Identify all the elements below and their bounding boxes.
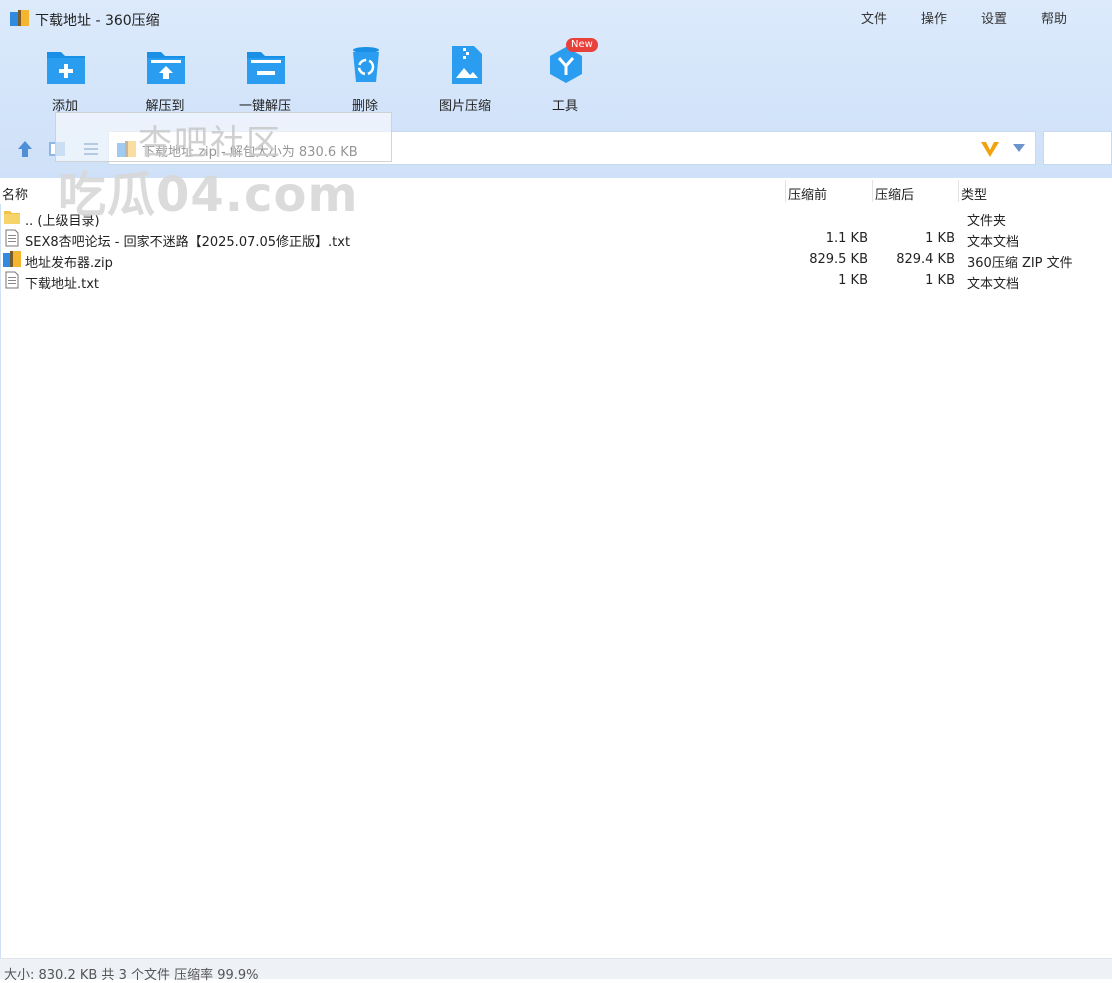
window-title: 下载地址 - 360压缩 [35, 13, 160, 29]
extract-folder-icon [147, 52, 185, 84]
folder-icon [4, 211, 20, 224]
list-item[interactable]: 地址发布器.zip 829.5 KB 829.4 KB 360压缩 ZIP 文件 [0, 249, 1112, 271]
file-type: 文本文档 [967, 235, 1020, 250]
title-bar: 下载地址 - 360压缩 文件 操作 设置 帮助 [0, 0, 1112, 36]
column-header: 名称 压缩前 压缩后 类型 [0, 178, 1112, 204]
zip-file-icon [3, 251, 21, 267]
menu-operation[interactable]: 操作 [921, 8, 947, 27]
delete-label: 删除 [351, 99, 378, 114]
list-border [0, 204, 1, 958]
file-size-after: 1 KB [925, 273, 955, 288]
list-item[interactable]: 下载地址.txt 1 KB 1 KB 文本文档 [0, 270, 1112, 292]
quick-extract-label: 一键解压 [238, 99, 291, 114]
quick-extract-icon [247, 52, 285, 84]
tools-label: 工具 [551, 99, 578, 114]
list-view-icon[interactable] [80, 138, 102, 160]
recycle-bin-icon [353, 47, 379, 82]
status-text: 大小: 830.2 KB 共 3 个文件 压缩率 99.9% [4, 968, 259, 983]
add-label: 添加 [51, 99, 78, 114]
app-logo-icon [10, 10, 29, 26]
image-compress-icon [452, 46, 482, 84]
file-name: .. (上级目录) [25, 214, 100, 229]
file-size-after: 1 KB [925, 231, 955, 246]
column-before[interactable]: 压缩前 [788, 184, 827, 203]
tools-button[interactable]: 工具 [520, 44, 610, 116]
file-type: 文本文档 [967, 277, 1020, 292]
text-file-icon [5, 271, 19, 289]
chevron-down-icon[interactable] [1013, 144, 1025, 152]
file-size-after: 829.4 KB [896, 252, 955, 267]
menu-help[interactable]: 帮助 [1041, 8, 1067, 27]
new-badge: New [566, 38, 598, 52]
address-text: 下载地址.zip - 解包大小为 830.6 KB [142, 145, 358, 160]
list-item-parent[interactable]: .. (上级目录) 文件夹 [0, 207, 1112, 229]
search-input[interactable] [1043, 131, 1112, 165]
file-type: 文件夹 [967, 214, 1007, 229]
image-compress-label: 图片压缩 [438, 99, 491, 114]
column-after[interactable]: 压缩后 [875, 184, 914, 203]
text-file-icon [5, 229, 19, 247]
column-name[interactable]: 名称 [2, 184, 28, 203]
column-divider[interactable] [785, 180, 786, 202]
image-compress-button[interactable]: 图片压缩 [420, 44, 510, 116]
status-bar: 大小: 830.2 KB 共 3 个文件 压缩率 99.9% [0, 958, 1112, 983]
quick-extract-button[interactable]: 一键解压 [220, 44, 310, 116]
menu-settings[interactable]: 设置 [981, 8, 1007, 27]
thumbnail-view-icon[interactable] [46, 138, 68, 160]
extract-to-button[interactable]: 解压到 [120, 44, 210, 116]
column-divider[interactable] [872, 180, 873, 202]
file-name: SEX8杏吧论坛 - 回家不迷路【2025.07.05修正版】.txt [25, 235, 351, 250]
address-bar[interactable]: 下载地址.zip - 解包大小为 830.6 KB [108, 131, 1036, 165]
column-type[interactable]: 类型 [961, 184, 987, 203]
file-type: 360压缩 ZIP 文件 [967, 256, 1073, 271]
menu-file[interactable]: 文件 [861, 8, 887, 27]
file-size-before: 829.5 KB [809, 252, 868, 267]
file-size-before: 1.1 KB [825, 231, 868, 246]
v-logo-icon[interactable] [979, 138, 1001, 160]
file-size-before: 1 KB [838, 273, 868, 288]
up-arrow-icon[interactable] [14, 138, 36, 160]
column-divider[interactable] [958, 180, 959, 202]
list-item[interactable]: SEX8杏吧论坛 - 回家不迷路【2025.07.05修正版】.txt 1.1 … [0, 228, 1112, 250]
zip-archive-icon [117, 141, 136, 157]
top-panel: 下载地址 - 360压缩 文件 操作 设置 帮助 添加 解压到 一键解压 删除 … [0, 0, 1112, 178]
add-folder-icon [47, 52, 85, 84]
add-button[interactable]: 添加 [20, 44, 110, 116]
file-name: 地址发布器.zip [25, 256, 113, 271]
file-name: 下载地址.txt [25, 277, 100, 292]
extract-to-label: 解压到 [145, 99, 185, 114]
delete-button[interactable]: 删除 [320, 44, 410, 116]
